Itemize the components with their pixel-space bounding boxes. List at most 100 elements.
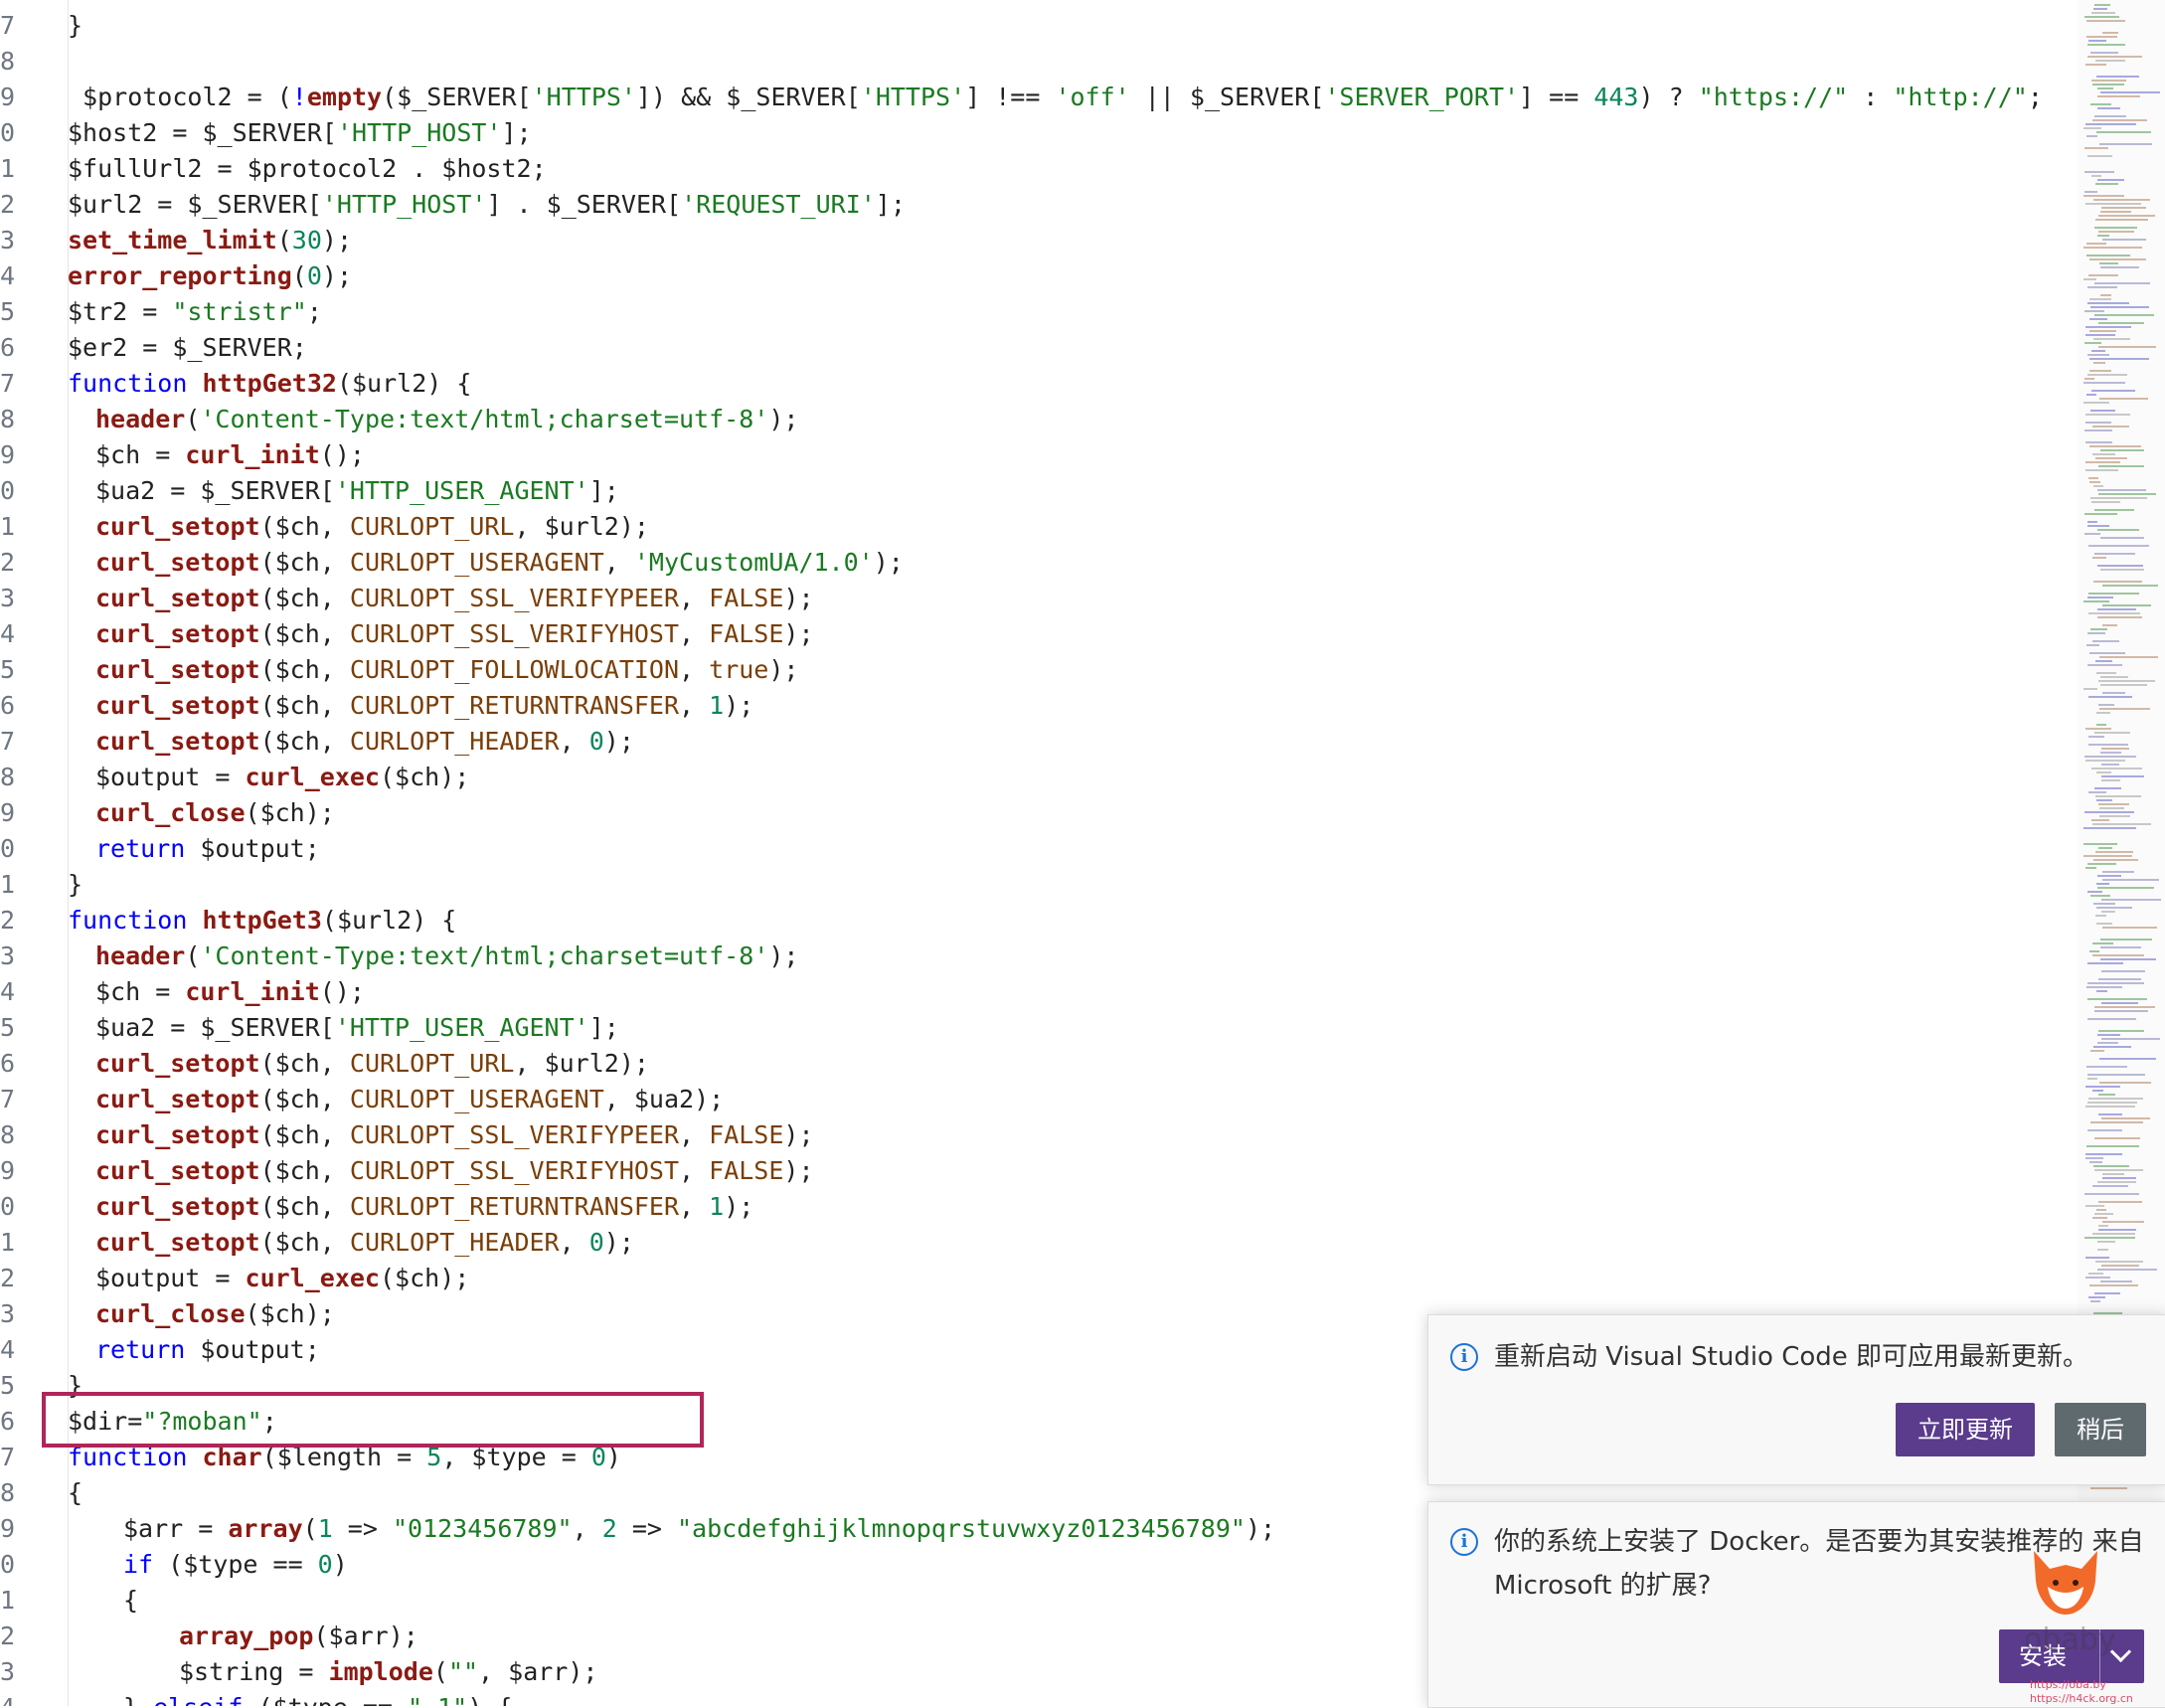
minimap-line: [2093, 485, 2103, 487]
code-token: 'MyCustomUA/1.0': [633, 548, 874, 577]
code-token: ($ch,: [259, 655, 350, 684]
line-number: 6: [0, 333, 16, 362]
code-token: );: [783, 1120, 814, 1149]
line-number: 9: [0, 798, 16, 827]
minimap-line: [2096, 799, 2112, 801]
code-token: 'Content-Type:text/html;charset=utf-8': [200, 941, 769, 970]
code-token: 'HTTP_HOST': [336, 118, 502, 147]
code-token: 0: [317, 1550, 333, 1579]
minimap-line: [2102, 692, 2125, 694]
code-text: header('Content-Type:text/html;charset=u…: [95, 402, 798, 437]
code-token: 'HTTPS': [531, 83, 636, 111]
minimap-line: [2089, 330, 2116, 332]
code-text: curl_setopt($ch, CURLOPT_FOLLOWLOCATION,…: [95, 652, 798, 688]
code-token: ();: [319, 977, 365, 1006]
minimap-line: [2097, 1034, 2120, 1036]
line-number: 6: [0, 1407, 16, 1436]
minimap-line: [2084, 533, 2100, 535]
minimap-line: [2102, 871, 2134, 873]
code-token: $output =: [95, 1264, 246, 1292]
minimap-line: [2084, 16, 2119, 18]
minimap-line: [2095, 219, 2148, 221]
code-token: ) ?: [1638, 83, 1699, 111]
code-token: ,: [559, 727, 589, 756]
code-token: ,: [679, 1156, 710, 1185]
code-text: $host2 = $_SERVER['HTTP_HOST'];: [68, 115, 532, 151]
minimap-line: [2097, 107, 2120, 109]
minimap-line: [2101, 779, 2120, 781]
later-button[interactable]: 稍后: [2055, 1403, 2146, 1456]
line-number: 3: [0, 584, 16, 612]
code-token: header: [95, 405, 186, 433]
code-token: 0: [588, 727, 604, 756]
minimap-line: [2084, 811, 2134, 813]
code-token: (: [185, 405, 201, 433]
minimap-line: [2099, 398, 2148, 400]
code-text: array_pop($arr);: [179, 1619, 418, 1654]
code-text: $arr = array(1 => "0123456789", 2 => "ab…: [123, 1511, 1275, 1547]
minimap-line: [2086, 255, 2130, 256]
minimap-line: [2083, 843, 2117, 845]
code-token: ] ==: [1519, 83, 1594, 111]
minimap-line: [2083, 600, 2109, 602]
minimap-line: [2087, 155, 2112, 157]
code-token: ($type ==: [168, 1550, 318, 1579]
code-token: (: [291, 261, 307, 290]
code-text: $tr2 = "stristr";: [68, 294, 322, 330]
minimap-line: [2098, 215, 2155, 217]
minimap-line: [2087, 56, 2142, 58]
code-token: if: [123, 1550, 169, 1579]
minimap-line: [2087, 982, 2144, 984]
minimap-line: [2083, 688, 2097, 690]
minimap-line: [2085, 728, 2111, 730]
minimap-line: [2086, 1145, 2139, 1147]
minimap-line: [2101, 764, 2119, 766]
minimap-line: [2088, 545, 2149, 547]
code-token: error_reporting: [68, 261, 292, 290]
code-token: elseif: [153, 1693, 257, 1706]
minimap-line: [2100, 569, 2144, 571]
minimap-line: [2101, 775, 2144, 777]
code-token: 443: [1593, 83, 1639, 111]
code-text: {: [68, 1475, 83, 1511]
code-token: , $url2);: [514, 512, 649, 541]
code-token: ): [332, 1550, 348, 1579]
minimap-line: [2092, 823, 2151, 825]
code-token: CURLOPT_SSL_VERIFYHOST: [349, 1156, 680, 1185]
code-text: return $output;: [95, 1332, 320, 1368]
minimap-line: [2100, 958, 2156, 960]
line-number: 9: [0, 440, 16, 469]
minimap-line: [2091, 501, 2120, 503]
minimap-line: [2088, 593, 2139, 595]
minimap-line: [2098, 493, 2156, 495]
code-token: ($ch,: [259, 548, 350, 577]
code-token: "https://": [1698, 83, 1849, 111]
update-now-button[interactable]: 立即更新: [1896, 1403, 2035, 1456]
code-token: CURLOPT_RETURNTRANSFER: [349, 1192, 680, 1221]
code-text: curl_setopt($ch, CURLOPT_SSL_VERIFYPEER,…: [95, 1117, 814, 1153]
minimap-line: [2087, 962, 2123, 964]
code-text: $er2 = $_SERVER;: [68, 330, 307, 366]
minimap-line: [2092, 1090, 2103, 1092]
code-token: , $ua2);: [603, 1085, 725, 1113]
minimap-line: [2088, 744, 2128, 746]
minimap-line: [2097, 1249, 2108, 1251]
code-token: $string =: [179, 1657, 329, 1686]
code-token: );: [603, 1228, 634, 1257]
code-token: ($arr);: [313, 1622, 418, 1650]
minimap-line: [2102, 1221, 2144, 1223]
minimap-line: [2085, 461, 2120, 463]
minimap-line: [2097, 875, 2121, 877]
minimap-line: [2099, 815, 2130, 817]
minimap-line: [2096, 990, 2107, 992]
code-token: 0: [306, 261, 322, 290]
minimap-line: [2084, 342, 2101, 344]
minimap-line: [2085, 1153, 2122, 1155]
code-token: $ch =: [95, 440, 186, 469]
code-text: curl_close($ch);: [95, 1296, 335, 1332]
minimap-line: [2088, 1296, 2105, 1298]
code-token: $protocol2 = (: [68, 83, 292, 111]
watermark-text: obaby: [2024, 1623, 2116, 1657]
code-token: httpGet3: [202, 906, 322, 935]
line-number: 8: [0, 405, 16, 433]
